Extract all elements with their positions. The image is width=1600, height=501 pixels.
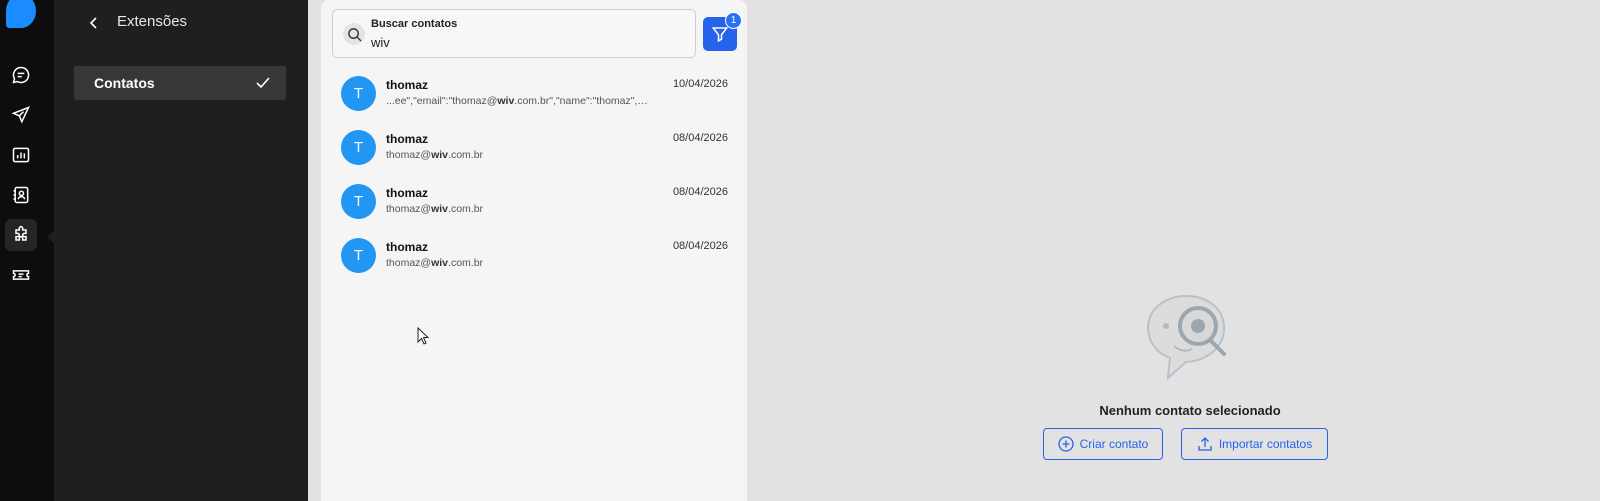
contact-match-snippet: thomaz@wiv.com.br [386,203,651,215]
contact-row[interactable]: Tthomaz ...ee","email":"thomaz@wiv.com.br… [321,71,747,125]
contact-name: thomaz [386,132,428,146]
back-button[interactable] [84,13,104,33]
contact-name: thomaz [386,78,428,92]
snippet-prefix: ...ee","email":"thomaz@ [386,95,498,107]
extension-item-label: Contatos [94,75,155,91]
ticket-icon[interactable] [6,260,36,290]
snippet-suffix: .com.br","name":"thomaz","m... [514,95,651,107]
contact-match-snippet: ...ee","email":"thomaz@wiv.com.br","name… [386,95,651,107]
contact-date: 08/04/2026 [672,186,728,198]
contact-date: 10/04/2026 [672,78,728,90]
avatar: T [341,76,376,111]
contact-date: 08/04/2026 [672,240,728,252]
contact-match-snippet: thomaz@wiv.com.br [386,149,651,161]
snippet-prefix: thomaz@ [386,257,432,269]
create-contact-label: Criar contato [1079,437,1149,451]
search-label: Buscar contatos [371,18,458,30]
snippet-suffix: .com.br [448,149,484,161]
mouse-cursor-icon [417,327,429,345]
import-contacts-label: Importar contatos [1218,437,1313,451]
snippet-suffix: .com.br [448,257,484,269]
avatar: T [341,130,376,165]
search-icon [343,23,365,45]
contacts-list-panel: Buscar contatos 1 Tthomaz ...ee","email":… [321,0,747,501]
snippet-highlight: wiv [431,257,449,269]
search-chat-illustration-icon [1146,294,1226,381]
filter-button[interactable]: 1 [703,12,742,51]
contact-row[interactable]: Tthomaz thomaz@wiv.com.br 08/04/2026 [321,233,747,287]
filter-count-badge: 1 [725,12,742,29]
filter-icon [711,27,729,42]
app-logo[interactable] [6,0,36,28]
contact-name: thomaz [386,186,428,200]
contact-row[interactable]: Tthomaz thomaz@wiv.com.br 08/04/2026 [321,125,747,179]
upload-icon [1198,437,1212,451]
snippet-prefix: thomaz@ [386,203,432,215]
icon-rail [0,0,55,501]
snippet-suffix: .com.br [448,203,484,215]
check-icon [256,77,270,89]
contacts-icon[interactable] [6,180,36,210]
search-input[interactable] [371,35,671,50]
extensions-icon[interactable] [5,219,37,251]
create-contact-button[interactable]: Criar contato [1043,428,1163,460]
contact-name: thomaz [386,240,428,254]
empty-state-message: Nenhum contato selecionado [1099,403,1281,418]
send-icon[interactable] [6,100,36,130]
snippet-highlight: wiv [431,203,449,215]
extensions-panel: Extensões Contatos [54,0,308,501]
snippet-highlight: wiv [497,95,515,107]
extension-item-contatos[interactable]: Contatos [74,66,286,100]
plus-circle-icon [1057,436,1074,452]
search-box[interactable]: Buscar contatos [332,9,696,58]
avatar: T [341,238,376,273]
chart-icon[interactable] [6,140,36,170]
chat-icon[interactable] [6,60,36,90]
avatar: T [341,184,376,219]
snippet-prefix: thomaz@ [386,149,432,161]
panel-title: Extensões [117,13,188,30]
contact-match-snippet: thomaz@wiv.com.br [386,257,651,269]
snippet-highlight: wiv [431,149,449,161]
chevron-left-icon [89,17,97,29]
import-contacts-button[interactable]: Importar contatos [1181,428,1328,460]
contact-row[interactable]: Tthomaz thomaz@wiv.com.br 08/04/2026 [321,179,747,233]
contact-date: 08/04/2026 [672,132,728,144]
